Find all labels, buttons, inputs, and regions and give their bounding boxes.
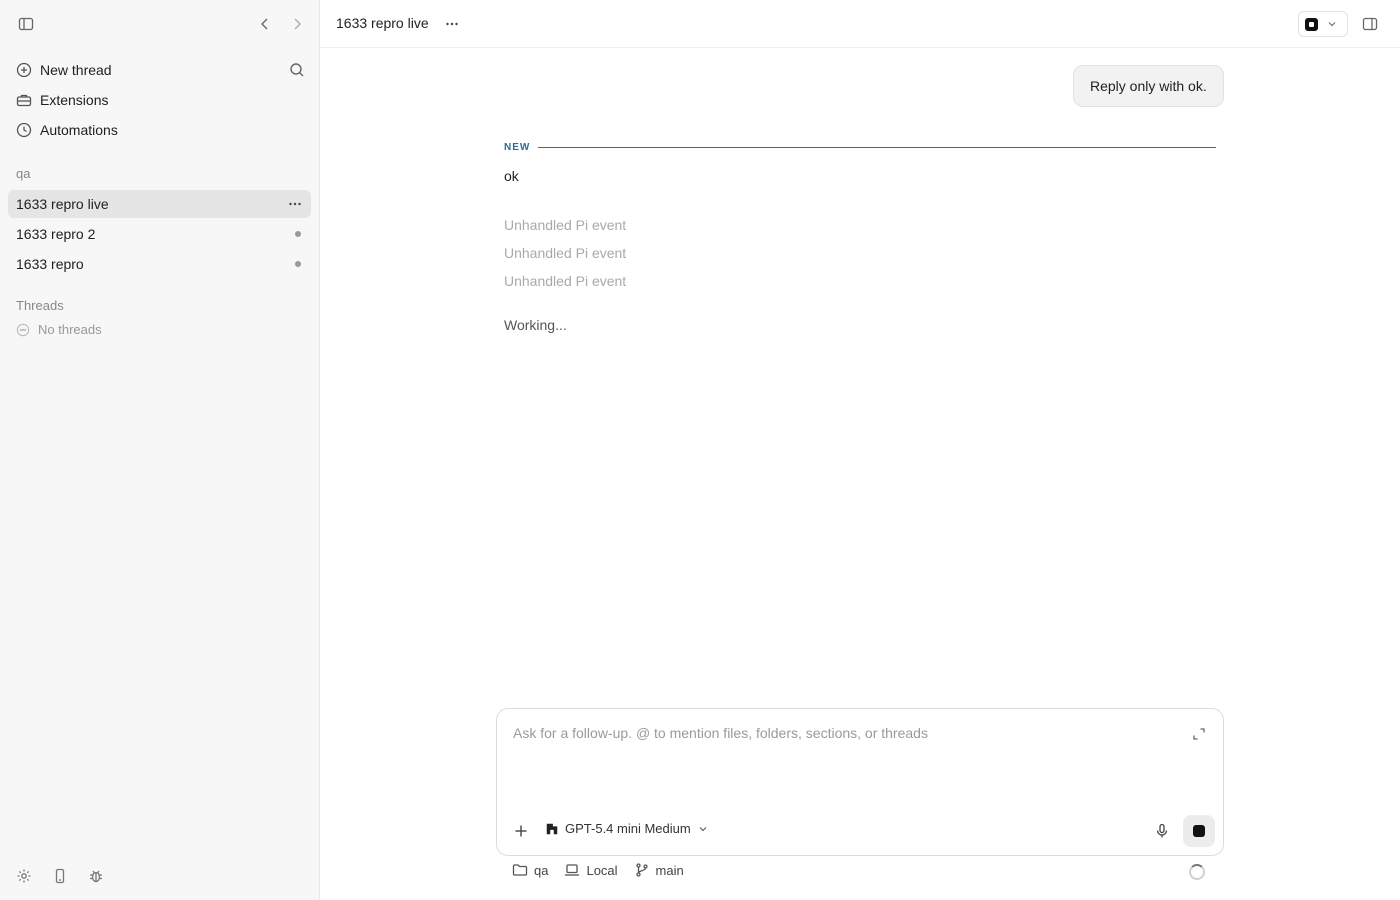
- event-line: Unhandled Pi event: [504, 217, 627, 233]
- sidebar-top-bar: [0, 0, 320, 48]
- new-thread-button[interactable]: New thread: [8, 55, 311, 85]
- status-text: Working...: [504, 317, 567, 333]
- new-messages-divider: NEW: [504, 139, 1216, 155]
- model-select[interactable]: GPT-5.4 mini Medium: [545, 821, 709, 836]
- forward-arrow-icon[interactable]: [285, 12, 309, 36]
- app-picker-button[interactable]: [1298, 11, 1348, 37]
- chat-bubble-icon: [16, 323, 30, 337]
- threads-section-label: Threads: [16, 298, 64, 313]
- folder-selector[interactable]: qa: [512, 862, 548, 878]
- thread-title: 1633 repro 2: [16, 226, 96, 242]
- sidebar: New thread Extensions Automations qa 163…: [0, 0, 320, 900]
- stop-button[interactable]: [1183, 815, 1215, 847]
- toggle-panel-icon[interactable]: [1358, 12, 1382, 36]
- main-area: 1633 repro live Reply only with ok. NEW …: [320, 0, 1400, 900]
- chevron-down-icon: [1328, 22, 1336, 27]
- phone-icon[interactable]: [48, 864, 72, 888]
- message-input[interactable]: Ask for a follow-up. @ to mention files,…: [513, 725, 928, 741]
- more-icon[interactable]: [287, 196, 303, 212]
- composer-footer: qa Local main: [512, 862, 684, 878]
- expand-icon[interactable]: [1187, 722, 1211, 746]
- environment-selector[interactable]: Local: [564, 862, 618, 878]
- search-icon[interactable]: [285, 58, 309, 82]
- settings-gear-icon[interactable]: [12, 864, 36, 888]
- top-bar: 1633 repro live: [320, 0, 1400, 48]
- toolbox-icon: [16, 92, 32, 108]
- back-arrow-icon[interactable]: [253, 12, 277, 36]
- folder-label: qa: [534, 862, 549, 878]
- clock-icon: [16, 122, 32, 138]
- bug-icon[interactable]: [84, 864, 108, 888]
- unread-dot-icon: [295, 261, 301, 267]
- stop-icon: [1193, 825, 1205, 837]
- nav-label: New thread: [40, 62, 112, 78]
- plus-circle-icon: [16, 62, 32, 78]
- branch-label: main: [655, 862, 684, 878]
- nav-label: Automations: [40, 122, 118, 138]
- thread-title: 1633 repro live: [16, 196, 109, 212]
- thread-item[interactable]: 1633 repro live: [8, 190, 311, 218]
- user-message: Reply only with ok.: [1073, 65, 1224, 107]
- environment-label: Local: [586, 862, 618, 878]
- page-title: 1633 repro live: [336, 15, 429, 31]
- model-icon: [546, 823, 558, 834]
- composer[interactable]: Ask for a follow-up. @ to mention files,…: [496, 708, 1224, 856]
- model-label: GPT-5.4 mini Medium: [565, 821, 691, 836]
- extensions-nav-item[interactable]: Extensions: [8, 85, 311, 115]
- folder-icon: [512, 864, 528, 876]
- laptop-icon: [565, 864, 580, 876]
- thread-item[interactable]: 1633 repro 2: [8, 220, 311, 248]
- git-branch-icon: [635, 863, 648, 877]
- event-line: Unhandled Pi event: [504, 273, 627, 289]
- empty-threads: No threads: [16, 322, 102, 337]
- new-label: NEW: [504, 141, 531, 153]
- unread-dot-icon: [295, 231, 301, 237]
- add-attachment-icon[interactable]: [509, 819, 533, 843]
- loading-spinner-icon: [1189, 864, 1205, 880]
- thread-item[interactable]: 1633 repro: [8, 250, 311, 278]
- no-threads-label: No threads: [38, 322, 102, 337]
- app-logo-icon: [1305, 17, 1318, 31]
- nav-label: Extensions: [40, 92, 109, 108]
- project-label[interactable]: qa: [16, 166, 30, 181]
- toggle-sidebar-icon[interactable]: [14, 12, 38, 36]
- automations-nav-item[interactable]: Automations: [8, 115, 311, 145]
- microphone-icon[interactable]: [1150, 819, 1174, 843]
- thread-title: 1633 repro: [16, 256, 84, 272]
- divider-line: [538, 146, 1216, 148]
- chevron-down-icon: [699, 826, 707, 831]
- assistant-reply: ok: [504, 168, 519, 184]
- sidebar-footer: [12, 864, 108, 888]
- more-icon[interactable]: [440, 12, 464, 36]
- event-line: Unhandled Pi event: [504, 245, 627, 261]
- branch-selector[interactable]: main: [634, 862, 684, 878]
